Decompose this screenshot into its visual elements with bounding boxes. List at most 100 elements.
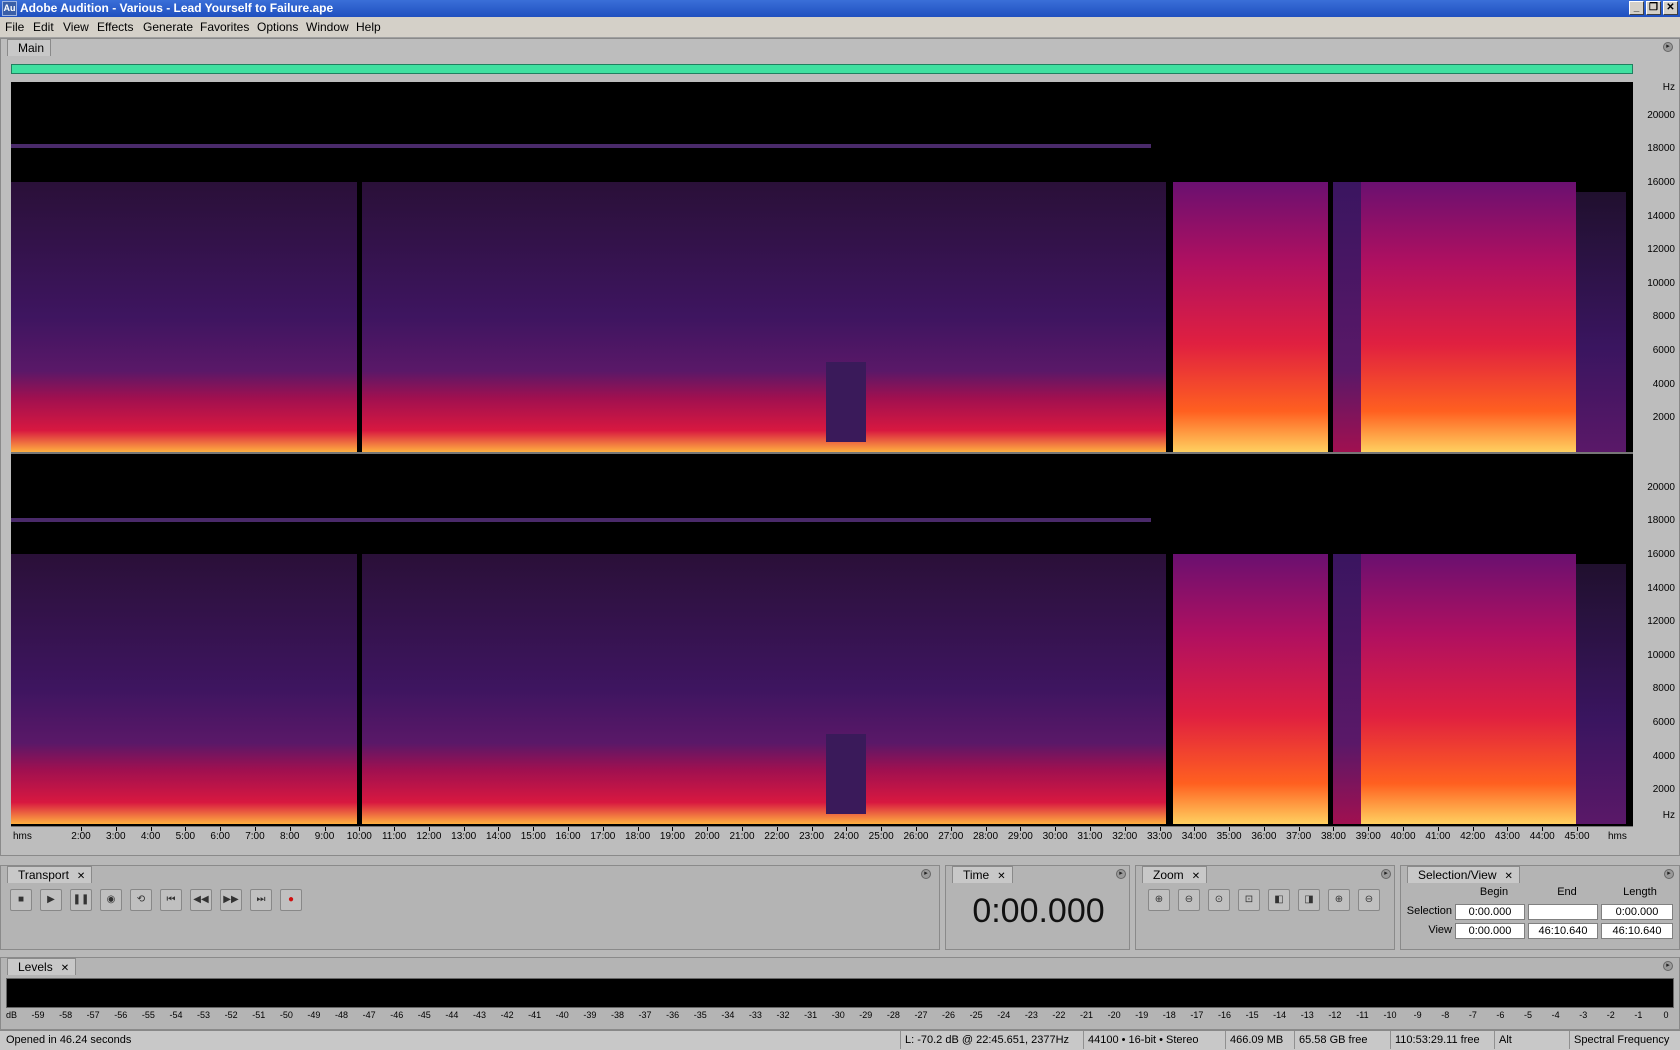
- db-tick-label: -27: [914, 1010, 928, 1020]
- time-tick-label: 23:00: [799, 831, 825, 842]
- spectrum-region: [11, 182, 1171, 452]
- spectral-display[interactable]: [11, 82, 1633, 826]
- hz-tick-label: 8000: [1652, 683, 1675, 695]
- tab-selection-view-label: Selection/View: [1418, 868, 1497, 882]
- pause-icon[interactable]: ❚❚: [70, 889, 92, 911]
- zoom-out-horizontal-icon[interactable]: ⊖: [1178, 889, 1200, 911]
- time-tick-label: 5:00: [175, 831, 196, 842]
- zoom-out-vertical-icon[interactable]: ⊖: [1358, 889, 1380, 911]
- play-icon[interactable]: ▶: [40, 889, 62, 911]
- panel-menu-icon[interactable]: ▸: [1116, 869, 1126, 879]
- hz-tick-label: 12000: [1647, 616, 1675, 628]
- spectrum-region: [1361, 554, 1576, 824]
- selection-length-field[interactable]: 0:00.000: [1601, 904, 1673, 920]
- db-tick-label: -6: [1496, 1010, 1505, 1020]
- tab-main-label: Main: [18, 41, 45, 55]
- zoom-in-vertical-icon[interactable]: ⊕: [1328, 889, 1350, 911]
- tab-transport-label: Transport: [18, 868, 69, 882]
- zoom-left-edge-icon[interactable]: ◧: [1268, 889, 1290, 911]
- view-end-field[interactable]: 46:10.640: [1528, 923, 1598, 939]
- track-gap: [357, 554, 362, 824]
- zoom-in-horizontal-icon[interactable]: ⊕: [1148, 889, 1170, 911]
- close-icon[interactable]: ✕: [1192, 871, 1200, 882]
- close-icon[interactable]: ✕: [1505, 871, 1513, 882]
- play-from-cursor-icon[interactable]: ◉: [100, 889, 122, 911]
- panel-menu-icon[interactable]: ▸: [1663, 42, 1673, 52]
- tab-time-label: Time: [963, 868, 990, 882]
- time-ruler[interactable]: hms 2:00 3:00 4:00 5:00 6:00 7:00 8:00 9:00 10:0…: [11, 826, 1633, 844]
- menu-effects[interactable]: Effects: [97, 20, 133, 34]
- close-icon[interactable]: ✕: [61, 963, 69, 974]
- status-mode: Spectral Frequency: [1569, 1031, 1669, 1049]
- menu-window[interactable]: Window: [306, 20, 349, 34]
- zoom-selection-icon[interactable]: ⊡: [1238, 889, 1260, 911]
- close-icon[interactable]: ✕: [997, 871, 1005, 882]
- db-tick-label: -37: [638, 1010, 652, 1020]
- db-tick-label: -44: [445, 1010, 459, 1020]
- menu-options[interactable]: Options: [257, 20, 298, 34]
- time-tick-label: 20:00: [694, 831, 720, 842]
- loop-icon[interactable]: ⟲: [130, 889, 152, 911]
- selection-begin-field[interactable]: 0:00.000: [1455, 904, 1525, 920]
- tab-zoom[interactable]: Zoom ✕: [1142, 866, 1208, 883]
- window-title: Adobe Audition - Various - Lead Yourself…: [20, 1, 334, 15]
- panel-menu-icon[interactable]: ▸: [921, 869, 931, 879]
- hz-tick-label: 16000: [1647, 176, 1675, 188]
- menu-file[interactable]: File: [5, 20, 24, 34]
- rewind-icon[interactable]: ◀◀: [190, 889, 212, 911]
- menu-edit[interactable]: Edit: [33, 20, 54, 34]
- status-free-space: 65.58 GB free: [1294, 1031, 1368, 1049]
- time-tick-label: 8:00: [280, 831, 300, 842]
- db-tick-label: -18: [1162, 1010, 1176, 1020]
- go-to-end-icon[interactable]: ⏭: [250, 889, 272, 911]
- menu-help[interactable]: Help: [356, 20, 381, 34]
- tab-main[interactable]: Main: [7, 39, 52, 56]
- tab-time[interactable]: Time ✕: [952, 866, 1013, 883]
- view-begin-field[interactable]: 0:00.000: [1455, 923, 1525, 939]
- end-header: End: [1557, 886, 1577, 898]
- time-tick-label: 12:00: [416, 831, 442, 842]
- panel-menu-icon[interactable]: ▸: [1381, 869, 1391, 879]
- overview-bar[interactable]: [11, 64, 1633, 74]
- stop-icon[interactable]: ■: [10, 889, 32, 911]
- time-tick-label: 37:00: [1286, 831, 1312, 842]
- time-display: 0:00.000: [972, 892, 1105, 930]
- db-tick-label: -11: [1356, 1010, 1369, 1020]
- go-to-start-icon[interactable]: ⏮: [160, 889, 182, 911]
- record-icon[interactable]: ●: [280, 889, 302, 911]
- zoom-full-icon[interactable]: ⊙: [1208, 889, 1230, 911]
- restore-button[interactable]: ❐: [1646, 1, 1661, 15]
- time-tick-label: 13:00: [451, 831, 477, 842]
- panel-menu-icon[interactable]: ▸: [1663, 961, 1673, 971]
- db-tick-label: -47: [362, 1010, 376, 1020]
- db-tick-label: -43: [472, 1010, 486, 1020]
- tab-transport[interactable]: Transport ✕: [7, 866, 93, 883]
- close-button[interactable]: ✕: [1663, 1, 1678, 15]
- db-tick-label: -34: [721, 1010, 735, 1020]
- spectrum-region: [1173, 554, 1328, 824]
- close-icon[interactable]: ✕: [77, 871, 85, 882]
- db-tick-label: -24: [997, 1010, 1011, 1020]
- selection-end-field[interactable]: [1528, 904, 1598, 920]
- spectrum-line: [11, 144, 1151, 148]
- time-tick-label: 40:00: [1390, 831, 1416, 842]
- db-tick-label: -40: [555, 1010, 569, 1020]
- db-tick-label: -49: [307, 1010, 321, 1020]
- db-tick-label: -19: [1135, 1010, 1149, 1020]
- time-tick-label: 10:00: [346, 831, 372, 842]
- levels-panel: Levels ✕ ▸ dB -59 -58 -57 -56 -55 -54 -53 -52 -51…: [0, 957, 1680, 1030]
- panel-menu-icon[interactable]: ▸: [1664, 869, 1674, 879]
- menu-generate[interactable]: Generate: [143, 20, 193, 34]
- menu-favorites[interactable]: Favorites: [200, 20, 249, 34]
- minimize-button[interactable]: _: [1629, 1, 1644, 15]
- fast-forward-icon[interactable]: ▶▶: [220, 889, 242, 911]
- view-length-field[interactable]: 46:10.640: [1601, 923, 1673, 939]
- time-tick-label: 29:00: [1007, 831, 1033, 842]
- status-message: Opened in 46.24 seconds: [6, 1034, 132, 1046]
- tab-levels-label: Levels: [18, 960, 53, 974]
- db-tick-label: 0: [1663, 1010, 1669, 1020]
- tab-selection-view[interactable]: Selection/View ✕: [1407, 866, 1520, 883]
- menu-view[interactable]: View: [63, 20, 89, 34]
- zoom-right-edge-icon[interactable]: ◨: [1298, 889, 1320, 911]
- tab-levels[interactable]: Levels ✕: [7, 958, 77, 975]
